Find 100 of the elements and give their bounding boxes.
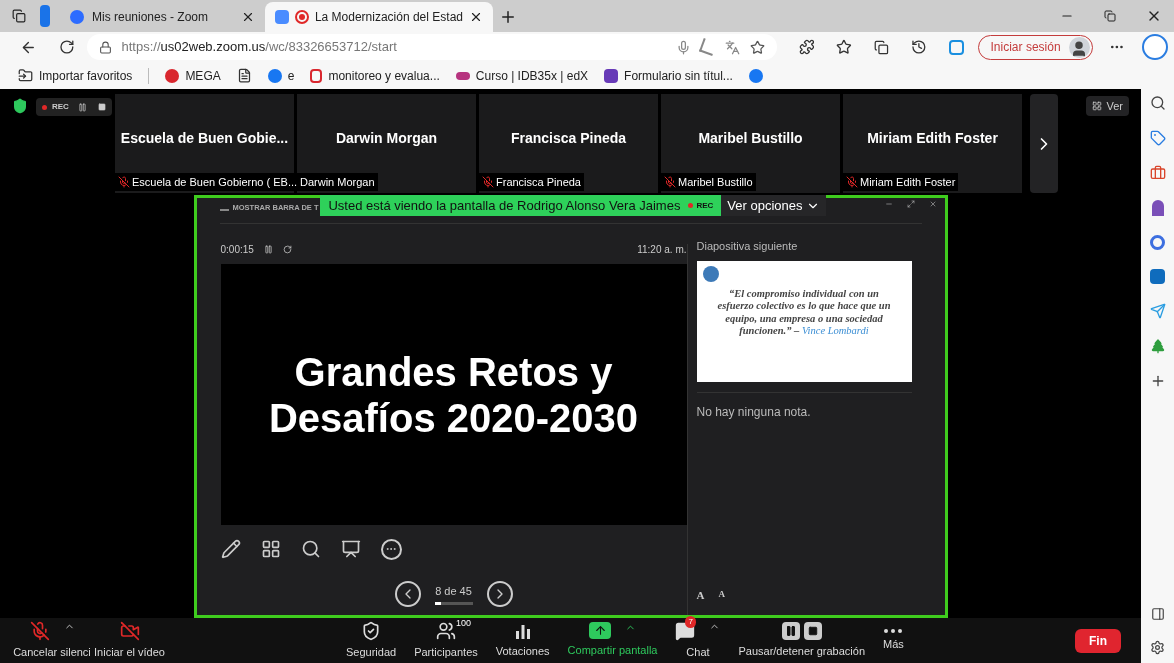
participant-label: Francisca Pineda (479, 173, 584, 191)
more-icon (884, 628, 903, 633)
toolbar-button[interactable]: Votaciones (486, 621, 559, 660)
participant-label: Maribel Bustillo (661, 173, 756, 191)
participant-tile[interactable]: Darwin Morgan Darwin Morgan (297, 94, 476, 193)
extensions-icon[interactable] (798, 39, 815, 55)
bookmark-item[interactable]: monitoreo y evalua... (310, 66, 440, 85)
slide-title: Grandes Retos y (294, 348, 613, 395)
page-icon (236, 68, 252, 83)
bookmark-item[interactable]: Importar favoritos (18, 66, 133, 85)
address-bar[interactable]: https://us02web.zoom.us/wc/83326653712/start (86, 34, 777, 60)
slides-grid-icon[interactable] (260, 539, 281, 559)
close-icon[interactable] (928, 200, 937, 208)
bookmark-item[interactable]: Formulario sin títul... (604, 66, 733, 85)
participant-tile[interactable]: Maribel Bustillo Maribel Bustillo (661, 94, 840, 193)
bookmark-item[interactable]: MEGA (165, 66, 221, 85)
participant-tile[interactable]: Escuela de Buen Gobie... Escuela de Buen Gobierno ( EB... (115, 94, 294, 193)
browser-tab[interactable]: La Modernización del Estad (265, 2, 493, 32)
shield-icon (361, 620, 382, 641)
settings-icon[interactable] (1150, 640, 1165, 655)
toolbar-button[interactable]: Compartir pantalla (558, 622, 667, 659)
sidebar-toggle-icon[interactable] (1150, 607, 1165, 621)
font-size-button[interactable]: A (718, 586, 725, 603)
shield-icon (12, 98, 28, 114)
end-meeting-button[interactable]: Fin (1075, 628, 1121, 653)
pause-stop-icon (781, 621, 822, 640)
participant-name: Miriam Edith Foster (867, 129, 998, 148)
participant-label: Darwin Morgan (297, 173, 378, 191)
zoom-icon[interactable] (300, 539, 321, 559)
url-text: https://us02web.zoom.us/wc/83326653712/start (121, 38, 398, 57)
close-tab-icon[interactable] (241, 10, 255, 24)
muted-mic-icon (846, 176, 858, 188)
participant-name: Escuela de Buen Gobie... (120, 129, 289, 148)
muted-mic-icon (482, 176, 494, 188)
font-size-button[interactable]: A (696, 586, 705, 603)
history-icon[interactable] (910, 39, 927, 55)
pen-icon[interactable] (220, 539, 241, 559)
favorites-icon[interactable] (836, 39, 853, 55)
search-icon[interactable] (1149, 95, 1166, 111)
elapsed-time: 0:00:15 (220, 242, 254, 257)
tab-title: La Modernización del Estad (314, 9, 463, 26)
reset-icon[interactable] (282, 244, 292, 254)
tree-icon[interactable] (1149, 338, 1166, 354)
view-options-button[interactable]: Ver opciones (721, 195, 827, 216)
recording-indicator[interactable]: REC (36, 98, 112, 116)
tab-title: Mis reuniones - Zoom (92, 9, 210, 26)
participant-name: Darwin Morgan (335, 129, 438, 148)
tab-actions-icon[interactable] (12, 9, 26, 23)
clock-time: 11:20 a. m. (637, 242, 687, 257)
pause-icon[interactable] (263, 244, 273, 254)
screen-icon[interactable] (340, 539, 361, 559)
bookmark-item[interactable]: Curso | IDB35x | edX (455, 66, 589, 85)
toolbar-button[interactable]: Cancelar silenci (12, 620, 92, 661)
muted-mic-icon (118, 176, 130, 188)
close-tab-icon[interactable] (469, 10, 483, 24)
bookmark-item[interactable]: e (267, 66, 295, 85)
favorite-icon[interactable] (749, 39, 765, 55)
grid-icon (1092, 101, 1103, 111)
collections-icon[interactable] (874, 39, 889, 55)
more-options-icon[interactable] (380, 538, 402, 560)
sharing-banner: Usted está viendo la pantalla de Rodrigo Alonso Vera Jaimes REC (320, 195, 722, 216)
translate-icon[interactable] (724, 39, 740, 55)
briefcase-icon[interactable] (1149, 165, 1166, 181)
share-screen-icon (589, 622, 611, 640)
muted-mic-icon (664, 176, 676, 188)
bookmark-item[interactable] (236, 68, 252, 83)
slide-counter: 8 de 45 (435, 583, 472, 599)
badge: 7 (685, 615, 696, 628)
toolbar-button[interactable]: Iniciar el vídeo (92, 620, 167, 661)
maximize-icon[interactable] (906, 200, 915, 208)
send-icon[interactable] (1149, 303, 1166, 319)
next-slide-label: Diapositiva siguiente (696, 239, 799, 254)
slide-quote: “El compromiso individual con un esfuerzo colectivo es lo que hace que un equipo, una empresa o una sociedad funcionen.” – Vince Lombardi (716, 287, 892, 338)
notes-text: No hay ninguna nota. (696, 403, 812, 421)
browser-tab[interactable]: Mis reuniones - Zoom (60, 2, 265, 32)
participant-tile[interactable]: Francisca Pineda Francisca Pineda (479, 94, 658, 193)
folder-icon (18, 68, 33, 83)
recording-icon (294, 10, 309, 24)
toolbar-button[interactable]: Pausar/detener grabación (729, 621, 875, 660)
previous-slide-button[interactable] (394, 581, 421, 607)
microphone-icon[interactable] (675, 39, 691, 55)
muted-mic-icon (29, 620, 50, 641)
reload-icon[interactable] (58, 39, 75, 55)
view-button[interactable]: Ver (1086, 96, 1129, 116)
participant-name: Francisca Pineda (510, 129, 627, 148)
restore-icon[interactable] (1104, 10, 1116, 22)
lock-icon (98, 40, 112, 54)
toolbar-button[interactable]: Seguridad (337, 620, 406, 661)
participant-tile[interactable]: Miriam Edith Foster Miriam Edith Foster (843, 94, 1022, 193)
logo-icon (702, 265, 719, 282)
participant-name: Maribel Bustillo (698, 129, 803, 148)
new-tab-icon[interactable] (499, 8, 517, 26)
video-off-icon (119, 620, 140, 641)
toolbar-button[interactable]: Más (874, 628, 913, 653)
people-icon (435, 620, 456, 641)
next-slide-button[interactable] (486, 581, 513, 607)
participant-label: Miriam Edith Foster (843, 173, 959, 191)
tag-icon[interactable] (1149, 130, 1166, 146)
avatar-icon (1068, 36, 1090, 58)
slide-title: Desafíos 2020-2030 (268, 394, 639, 441)
